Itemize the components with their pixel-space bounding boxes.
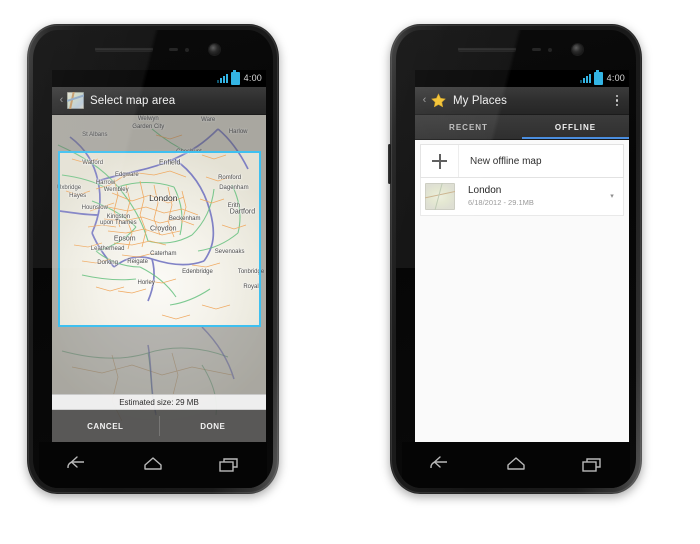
- screen-right: 4:00 ‹ My Places RECENT OFFLINE New offl…: [415, 70, 629, 442]
- map-label: Watford: [82, 160, 104, 166]
- star-icon[interactable]: [430, 92, 447, 109]
- front-camera-icon: [209, 44, 220, 55]
- status-bar-left: 4:00: [52, 70, 266, 87]
- map-dim-right: [261, 151, 266, 327]
- home-icon[interactable]: [503, 454, 529, 476]
- map-label: Leatherhead: [90, 246, 125, 252]
- recents-icon[interactable]: [216, 454, 242, 476]
- map-label: Beckenham: [168, 216, 201, 222]
- tab-bar: RECENT OFFLINE: [415, 115, 629, 140]
- map-label: Romford: [218, 175, 242, 181]
- home-icon[interactable]: [140, 454, 166, 476]
- earpiece-speaker-icon: [458, 47, 516, 51]
- map-label: Dagenham: [219, 185, 249, 191]
- offline-maps-list: New offline map London 6/18/2012 - 29.1M…: [415, 140, 629, 442]
- map-label: Horley: [137, 280, 155, 286]
- map-dim-top: [52, 115, 266, 151]
- map-label: Edgware: [115, 172, 139, 178]
- action-bar-title: Select map area: [90, 94, 176, 107]
- map-label: Edenbridge: [182, 269, 213, 275]
- action-bar-right: ‹ My Places: [415, 87, 629, 115]
- system-nav-bar-left: [39, 442, 267, 488]
- map-label: Enfield: [158, 159, 181, 167]
- phone-glass-right: 4:00 ‹ My Places RECENT OFFLINE New offl…: [396, 30, 636, 488]
- volume-rocker-button[interactable]: [388, 144, 391, 184]
- battery-icon: [230, 70, 240, 85]
- phone-device-left: 4:00 ‹ Select map area Welwyn Garden Cit…: [27, 24, 279, 494]
- plus-icon: [432, 153, 447, 169]
- back-icon[interactable]: [427, 454, 453, 476]
- list-item-text: London 6/18/2012 - 29.1MB: [459, 185, 607, 207]
- thumbnail-cell: [421, 178, 459, 215]
- status-bar-right: 4:00: [415, 70, 629, 87]
- tab-offline[interactable]: OFFLINE: [522, 115, 629, 139]
- phone-device-right: 4:00 ‹ My Places RECENT OFFLINE New offl…: [388, 24, 642, 494]
- system-nav-bar-right: [402, 442, 630, 488]
- back-chevron-icon[interactable]: ‹: [420, 95, 429, 106]
- list-item-subtitle: 6/18/2012 - 29.1MB: [468, 197, 534, 207]
- map-label: Dorking: [97, 260, 118, 266]
- map-label: Wembley: [103, 187, 129, 193]
- estimated-size-bar: Estimated size: 29 MB: [52, 394, 266, 410]
- screen-left: 4:00 ‹ Select map area Welwyn Garden Cit…: [52, 70, 266, 442]
- back-chevron-icon[interactable]: ‹: [57, 95, 66, 106]
- map-label: London: [149, 193, 178, 203]
- map-label: Hounslow: [81, 205, 108, 211]
- tab-recent[interactable]: RECENT: [415, 115, 522, 139]
- new-offline-map-label: New offline map: [470, 155, 542, 167]
- recents-icon[interactable]: [579, 454, 605, 476]
- done-button[interactable]: DONE: [160, 410, 267, 442]
- chevron-down-icon[interactable]: ▾: [607, 193, 617, 200]
- battery-icon: [593, 70, 603, 85]
- map-label: Harrow: [95, 180, 116, 186]
- earpiece-speaker-icon: [95, 47, 153, 51]
- proximity-sensor-icon: [169, 48, 178, 51]
- map-label: Hayes: [69, 193, 87, 199]
- phone-glass-left: 4:00 ‹ Select map area Welwyn Garden Cit…: [33, 30, 273, 488]
- light-sensor-icon: [185, 48, 189, 52]
- action-bar-title: My Places: [453, 94, 507, 107]
- list-item-title: London: [468, 185, 502, 197]
- maps-app-icon[interactable]: [67, 92, 84, 109]
- proximity-sensor-icon: [532, 48, 541, 51]
- map-thumbnail: [425, 183, 455, 210]
- dialog-button-bar: CANCEL DONE: [52, 410, 266, 442]
- status-bar-clock: 4:00: [243, 73, 262, 83]
- map-label: Sevenoaks: [214, 249, 245, 255]
- light-sensor-icon: [548, 48, 552, 52]
- action-bar-left: ‹ Select map area: [52, 87, 266, 115]
- new-offline-map-row[interactable]: New offline map: [420, 144, 624, 178]
- map-label: upon Thames: [100, 220, 137, 226]
- map-area[interactable]: Welwyn Garden City Ware St Albans Harlow Ches…: [52, 115, 266, 442]
- map-label: Royal: [243, 284, 259, 290]
- status-bar-clock: 4:00: [606, 73, 625, 83]
- estimated-size-label: Estimated size: 29 MB: [119, 397, 199, 407]
- overflow-menu-icon[interactable]: [610, 91, 624, 111]
- map-label: Dartford: [229, 208, 256, 216]
- map-label: Reigate: [127, 259, 148, 265]
- map-label: Epsom: [113, 235, 136, 243]
- list-item[interactable]: London 6/18/2012 - 29.1MB ▾: [420, 178, 624, 216]
- signal-bars-icon: [579, 74, 591, 83]
- cancel-button[interactable]: CANCEL: [52, 410, 159, 442]
- map-dim-left: [52, 151, 58, 327]
- map-canvas[interactable]: Welwyn Garden City Ware St Albans Harlow Ches…: [52, 115, 266, 442]
- signal-bars-icon: [216, 74, 228, 83]
- front-camera-icon: [572, 44, 583, 55]
- map-label: Croydon: [150, 225, 177, 233]
- plus-icon-cell: [421, 145, 459, 177]
- map-label: Uxbridge: [57, 185, 82, 191]
- map-label: Caterham: [150, 251, 177, 257]
- back-icon[interactable]: [64, 454, 90, 476]
